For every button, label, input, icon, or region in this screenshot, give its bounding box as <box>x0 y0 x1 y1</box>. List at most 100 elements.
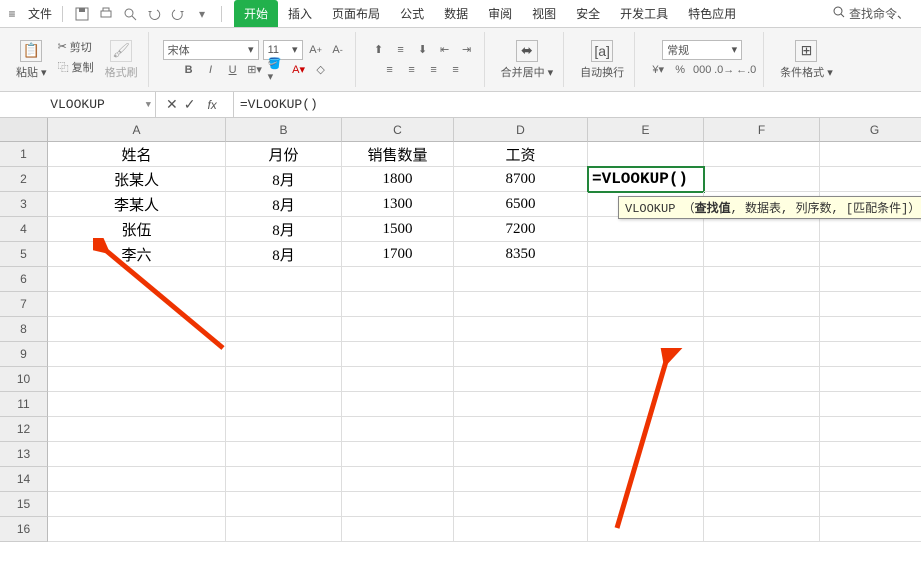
cell[interactable] <box>454 442 588 467</box>
bold-button[interactable]: B <box>180 61 198 79</box>
print-preview-icon[interactable] <box>121 5 139 23</box>
menu-file[interactable]: 文件 <box>22 0 58 27</box>
row-header[interactable]: 14 <box>0 467 48 492</box>
number-format-select[interactable]: 常规▾ <box>662 40 742 60</box>
cond-format-button[interactable]: ⊞ 条件格式 ▾ <box>778 38 835 82</box>
cell[interactable] <box>704 442 820 467</box>
name-box[interactable]: VLOOKUP ▼ <box>0 92 156 117</box>
cell[interactable] <box>588 392 704 417</box>
row-header[interactable]: 16 <box>0 517 48 542</box>
redo-icon[interactable] <box>169 5 187 23</box>
cell[interactable]: 8700 <box>454 167 588 192</box>
cell[interactable] <box>454 392 588 417</box>
cell[interactable] <box>704 142 820 167</box>
row-header[interactable]: 1 <box>0 142 48 167</box>
cell[interactable] <box>704 167 820 192</box>
cell[interactable] <box>48 342 226 367</box>
cell[interactable] <box>704 467 820 492</box>
cell[interactable] <box>48 267 226 292</box>
tab-page-layout[interactable]: 页面布局 <box>322 0 390 27</box>
cell[interactable] <box>48 367 226 392</box>
cell[interactable] <box>820 292 921 317</box>
cell[interactable] <box>342 317 454 342</box>
tab-formula[interactable]: 公式 <box>390 0 434 27</box>
currency-icon[interactable]: ¥▾ <box>649 61 667 79</box>
cell[interactable] <box>820 317 921 342</box>
cell[interactable] <box>588 367 704 392</box>
column-header[interactable]: G <box>820 118 921 142</box>
fx-icon[interactable]: fx <box>201 98 222 112</box>
cell[interactable] <box>226 292 342 317</box>
indent-right-icon[interactable]: ⇥ <box>458 41 476 59</box>
row-header[interactable]: 11 <box>0 392 48 417</box>
cell[interactable] <box>588 142 704 167</box>
row-header[interactable]: 4 <box>0 217 48 242</box>
tab-dev-tools[interactable]: 开发工具 <box>610 0 678 27</box>
cell[interactable] <box>226 342 342 367</box>
cell[interactable] <box>704 367 820 392</box>
formula-input[interactable]: =VLOOKUP() <box>234 97 921 112</box>
decrease-font-icon[interactable]: A- <box>329 41 347 59</box>
tab-data[interactable]: 数据 <box>434 0 478 27</box>
cell[interactable] <box>588 417 704 442</box>
row-header[interactable]: 13 <box>0 442 48 467</box>
cell[interactable] <box>704 342 820 367</box>
cell[interactable] <box>48 442 226 467</box>
cell[interactable] <box>588 217 704 242</box>
column-header[interactable]: C <box>342 118 454 142</box>
border-button[interactable]: ⊞▾ <box>246 61 264 79</box>
cell[interactable] <box>704 292 820 317</box>
indent-left-icon[interactable]: ⇤ <box>436 41 454 59</box>
cell[interactable] <box>588 342 704 367</box>
font-color-button[interactable]: A▾ <box>290 61 308 79</box>
cell[interactable]: 1800 <box>342 167 454 192</box>
cell[interactable] <box>704 242 820 267</box>
cell[interactable]: 8月 <box>226 242 342 267</box>
cell[interactable] <box>820 392 921 417</box>
cell[interactable]: 销售数量 <box>342 142 454 167</box>
cell[interactable] <box>704 317 820 342</box>
cell[interactable]: 8月 <box>226 167 342 192</box>
align-center-icon[interactable]: ≡ <box>403 61 421 79</box>
increase-font-icon[interactable]: A+ <box>307 41 325 59</box>
underline-button[interactable]: U <box>224 61 242 79</box>
cell[interactable]: 李六 <box>48 242 226 267</box>
cell[interactable] <box>704 267 820 292</box>
undo-icon[interactable] <box>145 5 163 23</box>
cell[interactable] <box>588 492 704 517</box>
cell[interactable] <box>820 467 921 492</box>
cell[interactable] <box>820 167 921 192</box>
cell[interactable] <box>226 317 342 342</box>
cell[interactable] <box>454 292 588 317</box>
cell[interactable] <box>820 242 921 267</box>
cell[interactable]: 姓名 <box>48 142 226 167</box>
format-painter-button[interactable]: 🖌 格式刷 <box>103 38 140 82</box>
cell[interactable]: 1700 <box>342 242 454 267</box>
cell[interactable] <box>342 392 454 417</box>
cell[interactable] <box>820 442 921 467</box>
cell[interactable] <box>454 417 588 442</box>
cell[interactable] <box>342 442 454 467</box>
decrease-decimal-icon[interactable]: ←.0 <box>737 61 755 79</box>
align-left-icon[interactable]: ≡ <box>381 61 399 79</box>
tab-security[interactable]: 安全 <box>566 0 610 27</box>
cell[interactable] <box>588 442 704 467</box>
row-header[interactable]: 2 <box>0 167 48 192</box>
cell[interactable] <box>48 417 226 442</box>
align-bottom-icon[interactable]: ⬇ <box>414 41 432 59</box>
cell[interactable] <box>820 342 921 367</box>
cell[interactable] <box>820 142 921 167</box>
cell[interactable] <box>454 342 588 367</box>
cell[interactable]: =VLOOKUP() <box>588 167 704 192</box>
cell[interactable]: 8月 <box>226 192 342 217</box>
row-header[interactable]: 15 <box>0 492 48 517</box>
cell[interactable] <box>820 267 921 292</box>
cell[interactable] <box>704 417 820 442</box>
cell[interactable] <box>454 317 588 342</box>
percent-icon[interactable]: % <box>671 61 689 79</box>
cell[interactable] <box>342 517 454 542</box>
column-header[interactable]: B <box>226 118 342 142</box>
align-right-icon[interactable]: ≡ <box>425 61 443 79</box>
cell[interactable] <box>820 517 921 542</box>
cell[interactable] <box>342 292 454 317</box>
